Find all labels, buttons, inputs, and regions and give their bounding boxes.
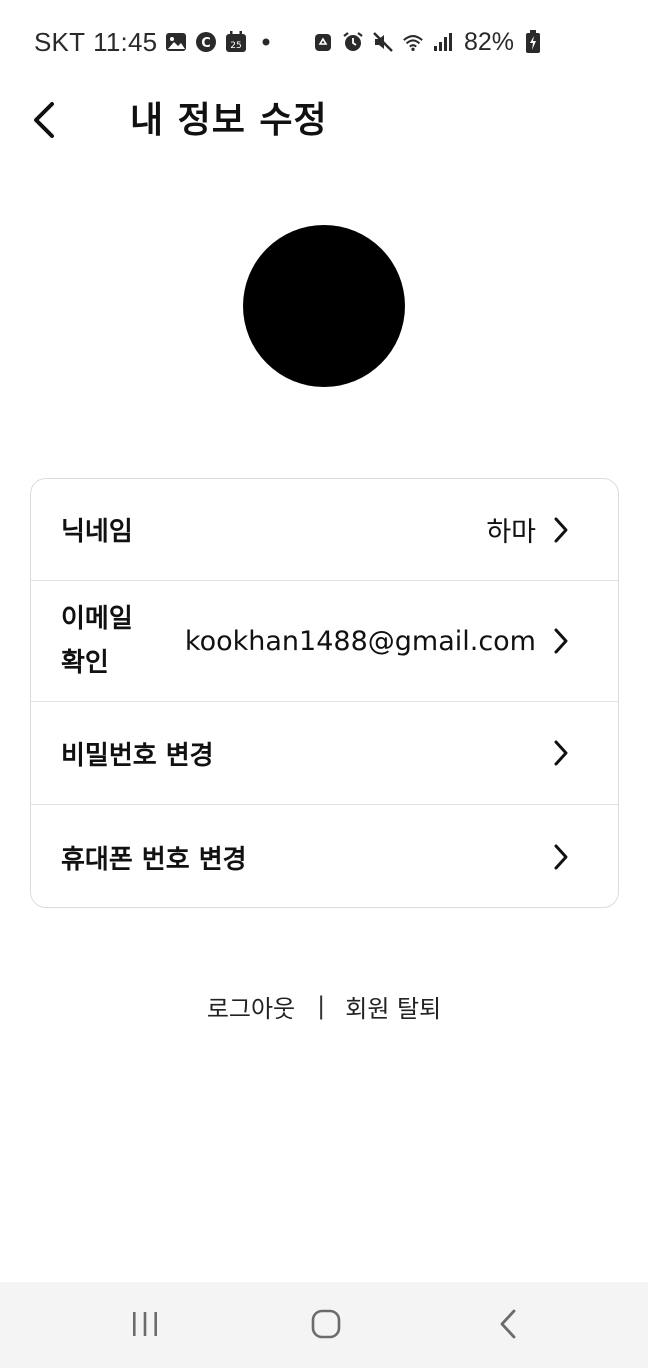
email-value: kookhan1488@gmail.com: [184, 625, 536, 657]
battery-percent: 82%: [463, 27, 514, 56]
mute-icon: [372, 31, 394, 53]
home-icon: [310, 1308, 342, 1344]
status-left: SKT 11:45 C 25: [34, 27, 277, 58]
calendar-icon: 25: [225, 31, 247, 53]
status-time: 11:45: [93, 26, 158, 57]
chevron-right-icon: [550, 626, 572, 656]
status-right: 82%: [312, 28, 544, 57]
chevron-right-icon: [550, 515, 572, 545]
wifi-icon: [402, 31, 424, 53]
nickname-row[interactable]: 닉네임 하마: [31, 479, 618, 581]
nav-bar: [0, 1282, 648, 1368]
dot-icon: [255, 31, 277, 53]
avatar[interactable]: [243, 225, 405, 387]
status-carrier: SKT: [34, 26, 86, 57]
recents-button[interactable]: [121, 1306, 169, 1346]
withdraw-link[interactable]: 회원 탈퇴: [345, 989, 441, 1024]
gallery-icon: [165, 31, 187, 53]
page-title: 내 정보 수정: [130, 100, 328, 141]
signal-icon: [432, 31, 454, 53]
back-icon: [497, 1308, 519, 1344]
footer-separator: |: [317, 992, 326, 1020]
calendar-day: 25: [231, 41, 242, 51]
chevron-right-icon: [550, 842, 572, 872]
email-row[interactable]: 이메일 확인 kookhan1488@gmail.com: [31, 581, 618, 702]
nickname-value: 하마: [486, 517, 536, 548]
change-phone-label: 휴대폰 번호 변경: [61, 844, 247, 875]
status-bar: SKT 11:45 C 25 82%: [0, 0, 648, 84]
alarm-icon: [342, 31, 364, 53]
footer-links: 로그아웃 | 회원 탈퇴: [0, 984, 648, 1028]
change-password-label: 비밀번호 변경: [61, 740, 214, 771]
screen: SKT 11:45 C 25 82% 내 정보 수정 닉네임 하마 이메일 확인…: [0, 0, 648, 1368]
chevron-right-icon: [550, 738, 572, 768]
logout-link[interactable]: 로그아웃: [207, 989, 295, 1024]
change-password-row[interactable]: 비밀번호 변경: [31, 702, 618, 805]
change-phone-row[interactable]: 휴대폰 번호 변경: [31, 805, 618, 907]
nickname-label: 닉네임: [61, 517, 133, 547]
nav-back-button[interactable]: [484, 1306, 532, 1346]
chevron-left-icon: [30, 100, 58, 144]
battery-charging-icon: [522, 30, 544, 53]
recents-icon: [130, 1310, 160, 1342]
svg-text:C: C: [202, 36, 212, 51]
back-button[interactable]: [20, 96, 68, 148]
home-button[interactable]: [302, 1306, 350, 1346]
email-label: 이메일 확인: [61, 604, 133, 678]
c-app-icon: C: [195, 31, 217, 53]
app-header: 내 정보 수정: [0, 84, 648, 162]
recycle-icon: [312, 31, 334, 53]
settings-card: 닉네임 하마 이메일 확인 kookhan1488@gmail.com 비밀번호…: [30, 478, 619, 908]
